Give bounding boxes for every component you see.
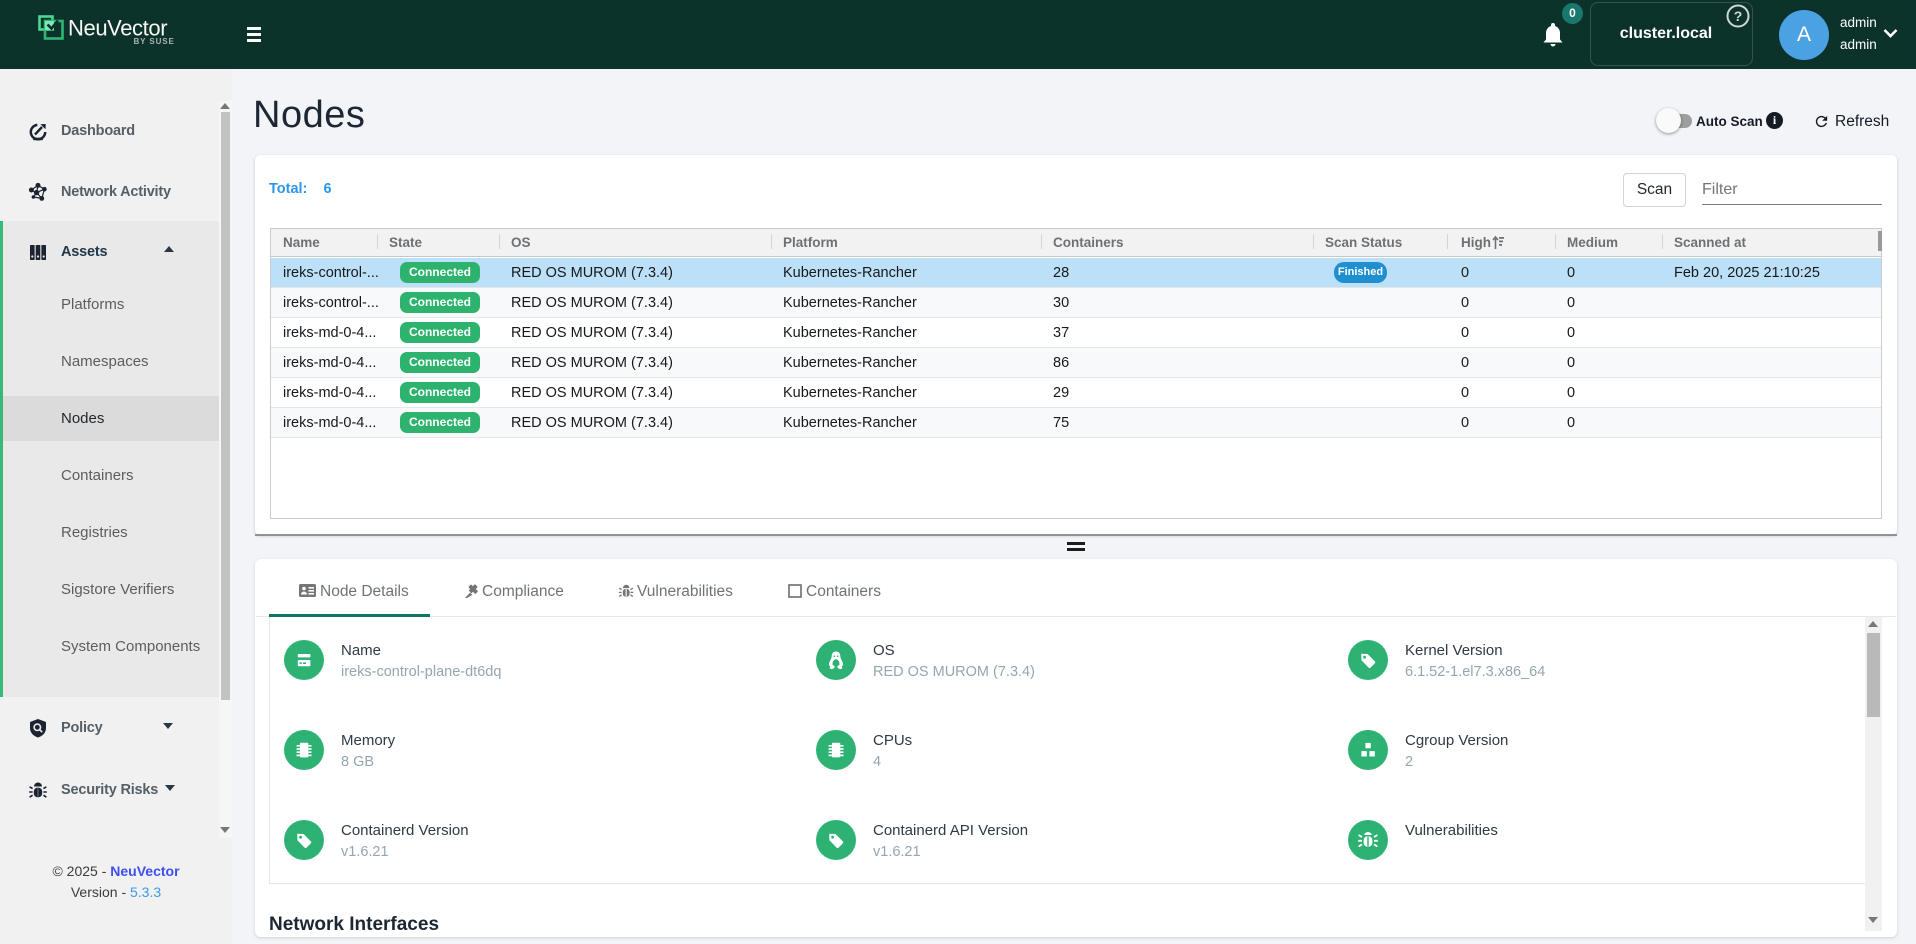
svg-text:?: ? — [1734, 8, 1743, 24]
svg-text:BY SUSE: BY SUSE — [134, 37, 175, 46]
